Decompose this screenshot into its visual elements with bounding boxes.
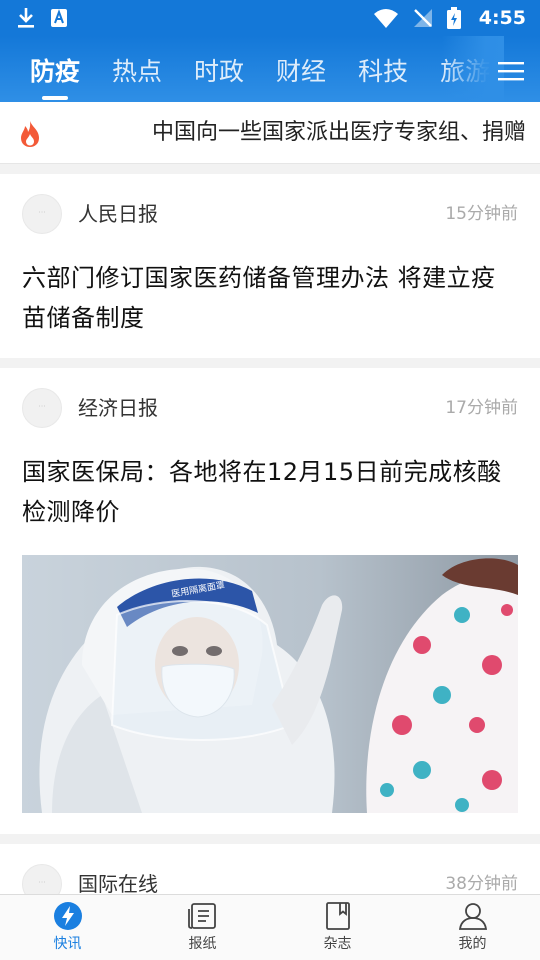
category-tabs: 防疫 热点 时政 财经 科技 旅游 (0, 36, 540, 102)
menu-icon[interactable] (498, 60, 524, 82)
card-header: ··· 经济日报 17分钟前 (22, 388, 518, 428)
publish-time: 15分钟前 (445, 204, 518, 224)
news-title[interactable]: 国家医保局：各地将在12月15日前完成核酸检测降价 (22, 452, 520, 532)
wifi-icon (373, 9, 398, 28)
app-notification-icon (51, 9, 67, 27)
nav-label: 报纸 (188, 936, 217, 952)
news-title[interactable]: 六部门修订国家医药储备管理办法 将建立疫苗储备制度 (22, 258, 520, 338)
news-card[interactable]: ··· 国际在线 38分钟前 (0, 844, 540, 894)
nav-kuaixun[interactable]: 快讯 (0, 895, 135, 960)
ticker-headline: 中国向一些国家派出医疗专家组、捐赠 (152, 120, 527, 145)
lightning-icon (53, 902, 82, 930)
card-header: ··· 国际在线 38分钟前 (22, 864, 518, 894)
profile-icon (458, 903, 487, 930)
clock: 4:55 (478, 7, 526, 29)
news-card[interactable]: ··· 经济日报 17分钟前 国家医保局：各地将在12月15日前完成核酸检测降价 (0, 368, 540, 834)
nav-label: 快讯 (53, 936, 82, 952)
status-left (16, 7, 68, 29)
news-photo[interactable]: 医用隔离面罩 (22, 555, 518, 813)
nav-label: 我的 (458, 936, 487, 952)
app-screen: 4:55 防疫 热点 时政 财经 科技 旅游 中国向一些国家派出医疗专家组、捐赠… (0, 0, 540, 960)
source-name[interactable]: 经济日报 (78, 388, 158, 428)
source-avatar: ··· (22, 194, 62, 234)
tab-fangyi[interactable]: 防疫 (30, 36, 80, 102)
battery-charging-icon (446, 7, 461, 29)
fire-icon (21, 121, 39, 147)
publish-time: 38分钟前 (445, 874, 518, 894)
tab-keji[interactable]: 科技 (358, 36, 408, 102)
source-name[interactable]: 国际在线 (78, 864, 158, 894)
tabs-fade-overlay (442, 36, 504, 102)
tab-caijing[interactable]: 财经 (276, 36, 326, 102)
no-signal-icon (413, 9, 432, 27)
medical-worker-photo: 医用隔离面罩 (22, 555, 518, 813)
nav-label: 杂志 (323, 936, 352, 952)
magazine-icon (325, 902, 350, 930)
source-avatar: ··· (22, 388, 62, 428)
nav-baozhi[interactable]: 报纸 (135, 895, 270, 960)
newspaper-icon (187, 903, 216, 929)
bottom-navigation: 快讯 报纸 杂志 我的 (0, 894, 540, 960)
download-icon (18, 8, 34, 28)
nav-wode[interactable]: 我的 (405, 895, 540, 960)
source-name[interactable]: 人民日报 (78, 194, 158, 234)
status-right: 4:55 (373, 7, 526, 29)
card-header: ··· 人民日报 15分钟前 (22, 194, 518, 234)
nav-zazhi[interactable]: 杂志 (270, 895, 405, 960)
publish-time: 17分钟前 (445, 398, 518, 418)
tab-redian[interactable]: 热点 (112, 36, 162, 102)
status-bar: 4:55 (0, 0, 540, 36)
tab-shizheng[interactable]: 时政 (194, 36, 244, 102)
source-avatar: ··· (22, 864, 62, 894)
news-card[interactable]: ··· 人民日报 15分钟前 六部门修订国家医药储备管理办法 将建立疫苗储备制度 (0, 174, 540, 358)
hot-news-ticker[interactable]: 中国向一些国家派出医疗专家组、捐赠 (0, 102, 540, 164)
